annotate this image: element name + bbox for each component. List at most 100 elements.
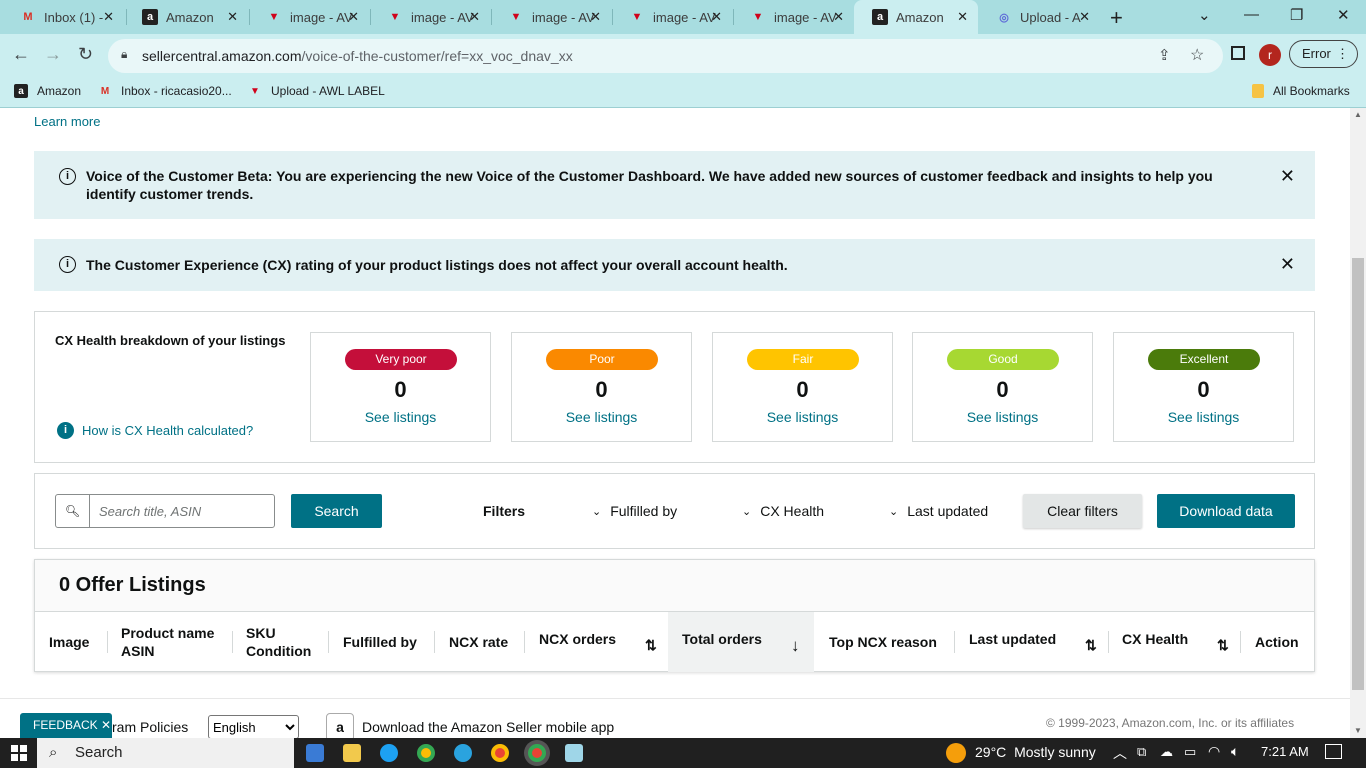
back-arrow-icon[interactable]: ← bbox=[12, 44, 30, 65]
volume-icon[interactable]: 🔈︎ bbox=[1231, 743, 1239, 760]
awl-icon: ▼ bbox=[250, 85, 260, 97]
program-policies-link[interactable]: ram Policies bbox=[112, 719, 188, 735]
see-listings-link[interactable]: See listings bbox=[1114, 409, 1293, 425]
reload-icon[interactable]: ↻ bbox=[78, 44, 93, 65]
battery-icon[interactable]: ▭ bbox=[1184, 744, 1196, 760]
tab-image-5[interactable]: ▼ image - AV ✕ bbox=[732, 0, 854, 34]
chrome-profile-icon[interactable] bbox=[491, 744, 509, 762]
wifi-icon[interactable]: ◠ bbox=[1208, 743, 1220, 760]
language-select[interactable]: English bbox=[208, 715, 299, 738]
clear-filters-button[interactable]: Clear filters bbox=[1023, 494, 1142, 528]
bookmark-upload[interactable]: ▼ Upload - AWL LABEL bbox=[248, 84, 385, 98]
column-header-product[interactable]: Product name ASIN bbox=[121, 612, 214, 672]
tab-image-4[interactable]: ▼ image - AV ✕ bbox=[611, 0, 732, 34]
maximize-icon[interactable]: ❐ bbox=[1290, 6, 1303, 24]
chevron-up-icon[interactable]: ︿ bbox=[1113, 743, 1127, 763]
see-listings-link[interactable]: See listings bbox=[512, 409, 691, 425]
download-data-button[interactable]: Download data bbox=[1157, 494, 1295, 528]
learn-more-link[interactable]: Learn more bbox=[34, 114, 100, 129]
close-icon[interactable]: ✕ bbox=[957, 9, 968, 25]
dropdown-label: Last updated bbox=[907, 503, 989, 519]
cx-help-link[interactable]: How is CX Health calculated? bbox=[82, 423, 253, 438]
profile-avatar[interactable]: r bbox=[1259, 44, 1281, 66]
tab-amazon-1[interactable]: a Amazon ✕ bbox=[124, 0, 248, 34]
tab-inbox[interactable]: M Inbox (1) - ✕ bbox=[2, 0, 124, 34]
weather-sun-icon[interactable] bbox=[946, 743, 966, 763]
awl-icon: ▼ bbox=[268, 11, 280, 23]
windows-start-icon[interactable] bbox=[11, 745, 27, 761]
all-bookmarks-label: All Bookmarks bbox=[1273, 84, 1350, 98]
edge-icon[interactable] bbox=[380, 744, 398, 762]
all-bookmarks[interactable]: All Bookmarks bbox=[1252, 84, 1350, 98]
close-icon[interactable]: ✕ bbox=[469, 9, 480, 25]
close-icon[interactable]: ✕ bbox=[1280, 254, 1295, 275]
mobile-app-link[interactable]: Download the Amazon Seller mobile app bbox=[362, 719, 614, 735]
search-input[interactable] bbox=[89, 494, 275, 528]
column-header-cx-health[interactable]: CX Health bbox=[1122, 612, 1188, 672]
tab-image-2[interactable]: ▼ image - AV ✕ bbox=[369, 0, 490, 34]
feedback-tab[interactable]: FEEDBACK ✕ bbox=[20, 713, 112, 738]
last-updated-dropdown[interactable]: ⌄ Last updated bbox=[889, 503, 988, 519]
close-icon[interactable]: ✕ bbox=[711, 9, 722, 25]
minimize-icon[interactable]: — bbox=[1244, 6, 1259, 23]
close-icon[interactable]: ✕ bbox=[1280, 166, 1295, 187]
close-icon[interactable]: ✕ bbox=[1079, 9, 1090, 25]
scroll-up-icon[interactable]: ▲ bbox=[1354, 110, 1362, 119]
close-icon[interactable]: ✕ bbox=[103, 9, 114, 25]
address-bar[interactable]: 🔒︎ sellercentral.amazon.com/voice-of-the… bbox=[108, 39, 1223, 73]
amazon-icon: a bbox=[872, 9, 888, 25]
close-icon[interactable]: ✕ bbox=[101, 718, 111, 732]
chrome-icon[interactable] bbox=[417, 744, 435, 762]
meet-now-icon[interactable]: ⧉ bbox=[1137, 744, 1146, 760]
column-header-ncx-rate[interactable]: NCX rate bbox=[449, 612, 508, 672]
chrome-active-icon[interactable] bbox=[528, 744, 546, 762]
clock[interactable]: 7:21 AM bbox=[1261, 744, 1309, 759]
sort-descending-arrow-icon[interactable]: ↓ bbox=[791, 636, 800, 656]
tab-search-chevron-icon[interactable]: ⌄ bbox=[1198, 6, 1211, 24]
notifications-icon[interactable] bbox=[1325, 744, 1342, 759]
cx-health-dropdown[interactable]: ⌄ CX Health bbox=[742, 503, 824, 519]
scroll-down-icon[interactable]: ▼ bbox=[1354, 726, 1362, 735]
notepad-icon[interactable] bbox=[565, 744, 583, 762]
see-listings-link[interactable]: See listings bbox=[913, 409, 1092, 425]
column-header-ncx-orders[interactable]: NCX orders bbox=[539, 612, 616, 672]
telegram-icon[interactable] bbox=[454, 744, 472, 762]
sort-both-icon[interactable]: ⇅ bbox=[1085, 637, 1097, 654]
bookmark-amazon[interactable]: a Amazon bbox=[14, 84, 81, 98]
window-close-icon[interactable]: ✕ bbox=[1337, 6, 1350, 24]
share-icon[interactable]: ⇪ bbox=[1158, 46, 1171, 64]
close-icon[interactable]: ✕ bbox=[590, 9, 601, 25]
task-view-icon[interactable] bbox=[306, 744, 324, 762]
sort-both-icon[interactable]: ⇅ bbox=[645, 637, 657, 654]
taskbar-search[interactable]: ⌕ Search bbox=[37, 738, 294, 768]
search-button[interactable]: Search bbox=[291, 494, 382, 528]
file-explorer-icon[interactable] bbox=[343, 744, 361, 762]
error-button[interactable]: Error ⋮ bbox=[1289, 40, 1358, 68]
page-scrollbar[interactable]: ▲ ▼ bbox=[1350, 108, 1366, 738]
scrollbar-thumb[interactable] bbox=[1352, 258, 1364, 690]
cloud-icon[interactable]: ☁ bbox=[1160, 744, 1173, 760]
tab-amazon-active[interactable]: a Amazon ✕ bbox=[854, 0, 978, 34]
forward-arrow-icon[interactable]: → bbox=[44, 44, 62, 65]
new-tab-plus-icon[interactable]: + bbox=[1110, 5, 1123, 31]
info-icon: i bbox=[59, 168, 76, 185]
tab-image-1[interactable]: ▼ image - AV ✕ bbox=[248, 0, 369, 34]
close-icon[interactable]: ✕ bbox=[348, 9, 359, 25]
close-icon[interactable]: ✕ bbox=[833, 9, 844, 25]
bookmark-star-icon[interactable]: ☆ bbox=[1190, 45, 1204, 65]
bookmark-inbox[interactable]: M Inbox - ricacasio20... bbox=[98, 84, 232, 98]
fulfilled-by-dropdown[interactable]: ⌄ Fulfilled by bbox=[592, 503, 677, 519]
see-listings-link[interactable]: See listings bbox=[311, 409, 490, 425]
tab-image-3[interactable]: ▼ image - AV ✕ bbox=[490, 0, 611, 34]
column-header-fulfilled-by[interactable]: Fulfilled by bbox=[343, 612, 417, 672]
see-listings-link[interactable]: See listings bbox=[713, 409, 892, 425]
column-header-sku[interactable]: SKU Condition bbox=[246, 612, 311, 672]
column-header-top-ncx-reason[interactable]: Top NCX reason bbox=[829, 612, 937, 672]
close-icon[interactable]: ✕ bbox=[227, 9, 238, 25]
sort-both-icon[interactable]: ⇅ bbox=[1217, 637, 1229, 654]
side-panel-icon[interactable] bbox=[1231, 46, 1245, 60]
weather-widget[interactable]: 29°C Mostly sunny bbox=[975, 744, 1096, 760]
search-icon[interactable]: 🔍︎ bbox=[55, 494, 90, 528]
column-header-last-updated[interactable]: Last updated bbox=[969, 612, 1056, 672]
tab-upload[interactable]: ◎ Upload - A ✕ bbox=[978, 0, 1100, 34]
